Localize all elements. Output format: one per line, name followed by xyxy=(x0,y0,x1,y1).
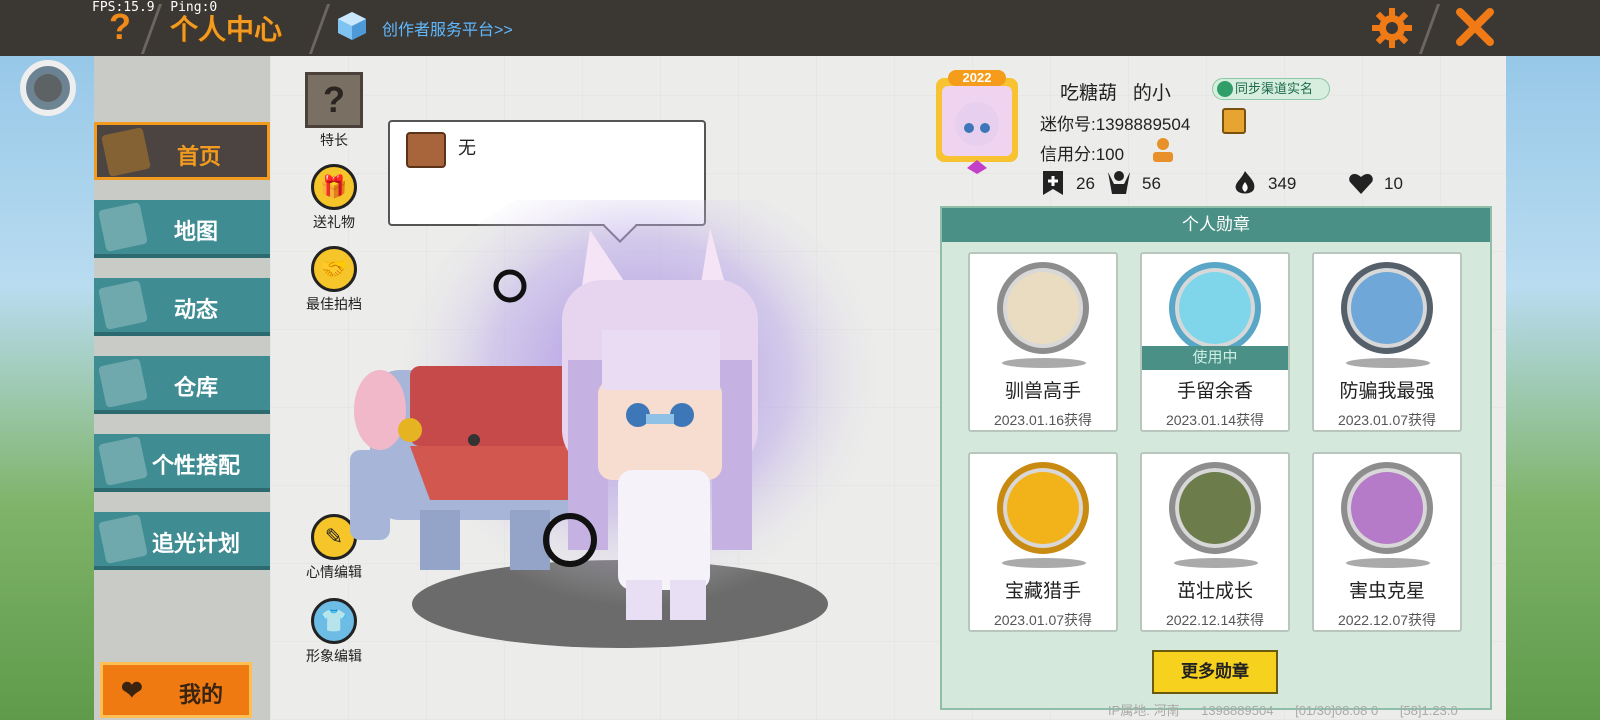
medal-card[interactable]: 害虫克星 2022.12.07获得 xyxy=(1312,452,1462,632)
medal-date: 2023.01.07获得 xyxy=(993,612,1093,628)
medal-card[interactable]: 茁壮成长 2022.12.14获得 xyxy=(1140,452,1290,632)
medal-date: 2023.01.07获得 xyxy=(1337,412,1437,428)
nav-item-label: 追光计划 xyxy=(151,531,240,556)
divider xyxy=(1418,4,1441,54)
treasure-medal-icon xyxy=(997,462,1089,554)
talent-label: 特长 xyxy=(320,132,348,148)
nav-item-label: 动态 xyxy=(173,297,218,322)
close-icon[interactable] xyxy=(1454,6,1496,48)
left-nav: 首页 地图 动态 仓库 个性搭配 追光计划 xyxy=(94,56,270,720)
medal-name: 茁壮成长 xyxy=(1176,581,1253,602)
likes-count: 10 xyxy=(1384,174,1403,193)
nav-item-label: 仓库 xyxy=(173,375,218,400)
medal-panel: 个人勋章 驯兽高手 2023.01.16获得 使用中 手留余香 2023.01.… xyxy=(940,206,1492,710)
popularity-count: 349 xyxy=(1268,174,1297,193)
medal-shadow xyxy=(1174,558,1258,568)
top-bar: FPS:15.9 Ping:0 ? 个人中心 创作者服务平台>> xyxy=(0,0,1600,56)
growth-medal-icon xyxy=(1169,462,1261,554)
medal-name: 害虫克星 xyxy=(1348,581,1425,602)
heart-icon: ❤ xyxy=(121,675,143,705)
medal-date: 2022.12.07获得 xyxy=(1337,612,1437,628)
medal-name: 手留余香 xyxy=(1176,381,1253,402)
credit-score: 信用分:100 xyxy=(1040,145,1125,164)
fans-count: 56 xyxy=(1142,174,1161,193)
footer-info: IP属地: 河南 1398889504 [01/30]08:08 0 [58]1… xyxy=(1108,700,1476,719)
medal-name: 驯兽高手 xyxy=(1004,381,1081,402)
medal-date: 2023.01.16获得 xyxy=(993,412,1093,428)
medal-card[interactable]: 宝藏猎手 2023.01.07获得 xyxy=(968,452,1118,632)
pest-medal-icon xyxy=(1341,462,1433,554)
question-block-icon: ? xyxy=(305,72,363,128)
nav-item-home[interactable]: 首页 xyxy=(94,122,270,180)
medal-card[interactable]: 使用中 手留余香 2023.01.14获得 xyxy=(1140,252,1290,432)
nav-item-warehouse[interactable]: 仓库 xyxy=(94,356,270,414)
mine-button[interactable]: ❤ 我的 xyxy=(100,662,252,718)
medal-card[interactable]: 防骗我最强 2023.01.07获得 xyxy=(1312,252,1462,432)
copy-icon[interactable] xyxy=(1222,108,1246,134)
sync-realname-button[interactable]: 同步渠道实名 xyxy=(1212,78,1330,100)
mood-text: 无 xyxy=(458,138,476,158)
mine-label: 我的 xyxy=(179,682,224,707)
page-title: 个人中心 xyxy=(170,14,283,45)
medal-shadow xyxy=(1002,358,1086,368)
help-icon[interactable]: ? xyxy=(104,6,136,47)
medal-name: 防骗我最强 xyxy=(1339,381,1435,402)
heart-icon xyxy=(1349,174,1373,194)
medal-shadow xyxy=(1002,558,1086,568)
bear-face-icon xyxy=(406,132,446,168)
footer-id: 1398889504 xyxy=(1201,703,1274,718)
nav-item-chase-light[interactable]: 追光计划 xyxy=(94,512,270,570)
footer-time: [01/30]08:08 0 xyxy=(1295,703,1379,718)
frame-year: 2022 xyxy=(963,70,992,85)
avatar-preview[interactable] xyxy=(340,200,880,670)
username: 吃糖葫 的小 xyxy=(1060,83,1171,104)
nav-item-label: 地图 xyxy=(173,219,218,244)
cube-icon[interactable] xyxy=(336,10,368,42)
follows-count: 26 xyxy=(1076,174,1095,193)
nav-item-feed[interactable]: 动态 xyxy=(94,278,270,336)
credit-person-icon[interactable] xyxy=(1150,136,1176,164)
nav-item-label: 首页 xyxy=(176,144,221,169)
gear-icon[interactable] xyxy=(1370,6,1414,50)
medal-date: 2023.01.14获得 xyxy=(1165,412,1265,428)
sync-label: 同步渠道实名 xyxy=(1235,81,1314,96)
medal-name: 宝藏猎手 xyxy=(1004,581,1081,602)
profile-avatar[interactable]: 2022 xyxy=(934,68,1020,174)
medal-shadow xyxy=(1346,358,1430,368)
nav-item-outfit[interactable]: 个性搭配 xyxy=(94,434,270,492)
creator-platform-link[interactable]: 创作者服务平台>> xyxy=(382,16,513,40)
medal-card[interactable]: 驯兽高手 2023.01.16获得 xyxy=(968,252,1118,432)
anti-fraud-medal-icon xyxy=(1341,262,1433,354)
nav-item-label: 个性搭配 xyxy=(151,453,240,478)
divider xyxy=(308,4,331,54)
record-button[interactable] xyxy=(20,60,76,116)
in-use-badge: 使用中 xyxy=(1142,346,1288,370)
medal-header: 个人勋章 xyxy=(942,208,1490,242)
fragrance-medal-icon xyxy=(1169,262,1261,354)
nav-item-map[interactable]: 地图 xyxy=(94,200,270,258)
flame-icon xyxy=(1235,171,1255,194)
tamer-medal-icon xyxy=(997,262,1089,354)
mini-id: 迷你号:1398889504 xyxy=(1040,115,1191,134)
medal-shadow xyxy=(1346,558,1430,568)
cheer-icon xyxy=(1108,171,1130,194)
bookmark-plus-icon xyxy=(1043,171,1063,195)
footer-version: [58]1.23.0 xyxy=(1399,703,1458,718)
medal-date: 2022.12.14获得 xyxy=(1165,612,1265,628)
more-medals-button[interactable]: 更多勋章 xyxy=(1152,650,1278,694)
person-check-icon xyxy=(1217,81,1233,97)
talent-button[interactable]: ? 特长 xyxy=(294,72,374,150)
ip-location: IP属地: 河南 xyxy=(1108,703,1180,718)
